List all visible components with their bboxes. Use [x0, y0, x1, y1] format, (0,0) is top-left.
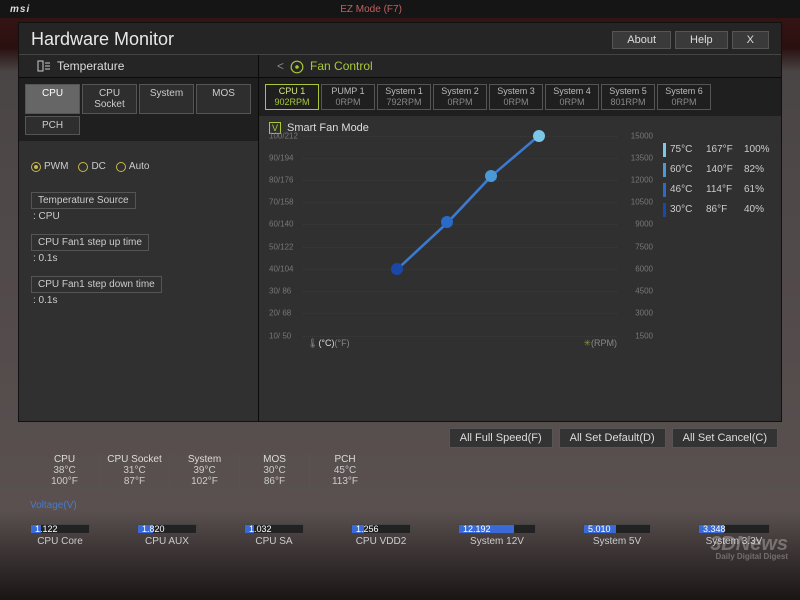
temp-tab-mos[interactable]: MOS	[196, 84, 251, 114]
temp-tab-cpu[interactable]: CPU	[25, 84, 80, 114]
fan-mode-radios: PWM DC Auto	[31, 161, 246, 172]
y-right-tick: 9000	[635, 220, 653, 229]
fan-curve-chart: V Smart Fan Mode 100/2121500090/19413500…	[259, 116, 657, 421]
y-left-tick: 10/ 50	[269, 331, 291, 340]
y-right-tick: 1500	[635, 331, 653, 340]
fan-tab-cpu-1[interactable]: CPU 1902RPM	[265, 84, 319, 110]
temp-tab-system[interactable]: System	[139, 84, 194, 114]
fan-tab-system-2[interactable]: System 20RPM	[433, 84, 487, 110]
window-title: Hardware Monitor	[31, 29, 608, 50]
fan-curve-legend: 75°C167°F100%60°C140°F82%46°C114°F61%30°…	[657, 116, 781, 421]
temp-tab-cpu-socket[interactable]: CPU Socket	[82, 84, 137, 114]
fan-tab-system-5[interactable]: System 5801RPM	[601, 84, 655, 110]
smart-fan-label: Smart Fan Mode	[287, 122, 369, 134]
step-up-value: : 0.1s	[31, 251, 246, 270]
temp-cell-system: System39°C102°F	[170, 454, 240, 487]
voltage-section-label[interactable]: Voltage(V)	[30, 500, 77, 511]
help-button[interactable]: Help	[675, 31, 728, 49]
brand-logo: msi	[10, 4, 30, 15]
voltage-cpu-core: 1.122CPU Core	[30, 524, 90, 547]
legend-row[interactable]: 46°C114°F61%	[663, 180, 775, 200]
right-column: CPU 1902RPMPUMP 10RPMSystem 1792RPMSyste…	[259, 78, 781, 421]
y-right-tick: 4500	[635, 287, 653, 296]
y-left-tick: 80/176	[269, 176, 293, 185]
y-left-tick: 100/212	[269, 131, 298, 140]
section-temperature[interactable]: Temperature	[19, 55, 259, 77]
temp-cell-cpu-socket: CPU Socket31°C87°F	[100, 454, 170, 487]
step-down-value: : 0.1s	[31, 293, 246, 312]
mode-radio-auto[interactable]: Auto	[116, 161, 150, 172]
y-right-tick: 3000	[635, 309, 653, 318]
y-right-tick: 13500	[631, 153, 653, 162]
temp-cell-cpu: CPU38°C100°F	[30, 454, 100, 487]
y-left-tick: 60/140	[269, 220, 293, 229]
unit-rpm: (RPM)	[591, 338, 617, 349]
y-right-tick: 7500	[635, 242, 653, 251]
mode-radio-dc[interactable]: DC	[78, 161, 105, 172]
close-button[interactable]: X	[732, 31, 769, 49]
y-left-tick: 50/122	[269, 242, 293, 251]
titlebar: Hardware Monitor About Help X	[19, 23, 781, 54]
voltage-system-5v: 5.010System 5V	[583, 524, 651, 547]
section-bar: Temperature < Fan Control	[19, 54, 781, 78]
unit-c[interactable]: (°C)	[318, 338, 334, 349]
legend-row[interactable]: 30°C86°F40%	[663, 200, 775, 220]
all-set-cancel-button[interactable]: All Set Cancel(C)	[672, 428, 778, 448]
temp-source-value: : CPU	[31, 209, 246, 228]
fan-icon	[290, 60, 304, 72]
all-full-speed-button[interactable]: All Full Speed(F)	[449, 428, 553, 448]
temp-source-label[interactable]: Temperature Source	[31, 192, 136, 209]
y-left-tick: 30/ 86	[269, 287, 291, 296]
y-right-tick: 12000	[631, 176, 653, 185]
voltage-system-12v: 12.192System 12V	[458, 524, 536, 547]
all-set-default-button[interactable]: All Set Default(D)	[559, 428, 666, 448]
y-left-tick: 70/158	[269, 198, 293, 207]
watermark: 3DNewsDaily Digital Digest	[710, 535, 788, 560]
fan-tab-pump-1[interactable]: PUMP 10RPM	[321, 84, 375, 110]
fan-tab-system-4[interactable]: System 40RPM	[545, 84, 599, 110]
about-button[interactable]: About	[612, 31, 671, 49]
bios-top-strip: msi EZ Mode (F7)	[0, 0, 800, 18]
voltage-cpu-vdd2: 1.256CPU VDD2	[351, 524, 411, 547]
y-right-tick: 6000	[635, 264, 653, 273]
fan-tab-system-3[interactable]: System 30RPM	[489, 84, 543, 110]
hardware-monitor-window: Hardware Monitor About Help X Temperatur…	[18, 22, 782, 422]
fan-curve-point-1[interactable]	[441, 216, 453, 228]
step-up-label[interactable]: CPU Fan1 step up time	[31, 234, 149, 251]
temp-tab-pch[interactable]: PCH	[25, 116, 80, 135]
y-right-tick: 15000	[631, 131, 653, 140]
mode-radio-pwm[interactable]: PWM	[31, 161, 68, 172]
fan-curve-point-2[interactable]	[485, 170, 497, 182]
legend-row[interactable]: 60°C140°F82%	[663, 160, 775, 180]
fan-curve-point-0[interactable]	[391, 263, 403, 275]
legend-row[interactable]: 75°C167°F100%	[663, 140, 775, 160]
voltage-cpu-sa: 1.032CPU SA	[244, 524, 304, 547]
voltage-cpu-aux: 1.820CPU AUX	[137, 524, 197, 547]
y-left-tick: 40/104	[269, 264, 293, 273]
fan-curve-point-3[interactable]	[533, 130, 545, 142]
fan-tab-system-1[interactable]: System 1792RPM	[377, 84, 431, 110]
section-fan-label: Fan Control	[310, 59, 373, 73]
temp-source-tabs: CPUCPU SocketSystemMOS PCH	[19, 78, 258, 141]
temp-cell-pch: PCH45°C113°F	[310, 454, 380, 487]
action-row: All Full Speed(F) All Set Default(D) All…	[449, 428, 778, 448]
unit-f[interactable]: (°F)	[335, 338, 350, 349]
step-down-label[interactable]: CPU Fan1 step down time	[31, 276, 162, 293]
temperature-icon	[37, 60, 51, 72]
fan-small-icon: ✳	[583, 338, 591, 349]
section-temperature-label: Temperature	[57, 59, 124, 73]
temp-cell-mos: MOS30°C86°F	[240, 454, 310, 487]
y-left-tick: 90/194	[269, 153, 293, 162]
fan-tab-system-6[interactable]: System 60RPM	[657, 84, 711, 110]
fan-tabs: CPU 1902RPMPUMP 10RPMSystem 1792RPMSyste…	[259, 78, 781, 116]
thermometer-icon: 🌡	[307, 338, 318, 349]
ez-mode-hint[interactable]: EZ Mode (F7)	[340, 4, 402, 15]
section-fan-control[interactable]: < Fan Control	[259, 55, 391, 77]
y-right-tick: 10500	[631, 198, 653, 207]
y-left-tick: 20/ 68	[269, 309, 291, 318]
voltage-row: 1.122CPU Core 1.820CPU AUX 1.032CPU SA 1.25…	[30, 524, 770, 547]
temperature-readout-row: CPU38°C100°FCPU Socket31°C87°FSystem39°C…	[30, 454, 380, 487]
left-column: CPUCPU SocketSystemMOS PCH PWM DC Auto Temp…	[19, 78, 259, 421]
